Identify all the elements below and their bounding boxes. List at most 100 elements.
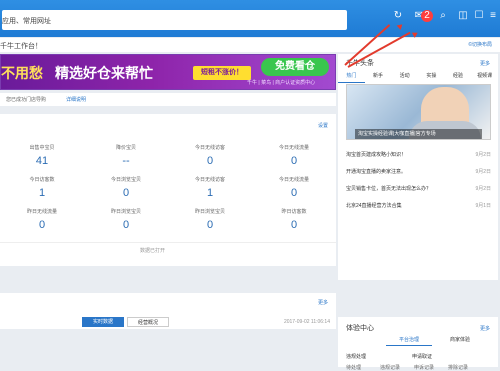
subrow-appeals[interactable]: 申诉记录: [414, 364, 434, 371]
stat-value[interactable]: 41: [0, 155, 84, 167]
stat-label: 出售中宝贝: [29, 145, 55, 151]
stat-item: 昨日访客数 0: [252, 204, 336, 236]
news-date: 9月2日: [475, 169, 491, 175]
banner-left-text: 不用愁: [1, 65, 43, 81]
stat-item: 出售中宝贝 41: [0, 140, 84, 172]
stat-label: 昨日浏览宝贝: [110, 209, 141, 215]
stat-item: 昨日浏览宝贝 0: [84, 204, 168, 236]
stat-label: 今日无线流量: [278, 145, 309, 151]
stat-label: 今日无线流量: [278, 177, 309, 183]
news-title[interactable]: 淘宝首页建成攻略小知识！: [346, 151, 464, 158]
skin-icon[interactable]: ◫: [457, 10, 469, 22]
stat-value[interactable]: 0: [168, 155, 252, 167]
refresh-icon[interactable]: ↻: [392, 10, 404, 22]
notice-text: 您已成功门店导购: [6, 97, 47, 103]
banner-pill: 短租不涨价！: [193, 66, 251, 80]
news-date: 9月1日: [475, 203, 491, 209]
stat-item: 今日无线访客 0: [168, 140, 252, 172]
stat-value[interactable]: 0: [84, 219, 168, 231]
news-row[interactable]: 北京24直播经营方法合集 9月1日: [346, 198, 491, 215]
stat-value[interactable]: 0: [252, 155, 336, 167]
store-stats-card: 设置 出售中宝贝 41 降价宝贝 -- 今日无线访客 0 今日无线流量 0 今日访客数 1 今日浏览…: [0, 114, 336, 266]
subrow-pending[interactable]: 待处理: [346, 364, 361, 371]
apply-evidence-text[interactable]: 申请取证: [412, 353, 432, 360]
menu-icon[interactable]: ≡: [487, 10, 499, 22]
switch-layout-link[interactable]: ©切换布局: [468, 41, 492, 48]
news-title[interactable]: 宝贝销售卡位，首页无法出现怎么办？: [346, 185, 464, 192]
stat-item: 今日无线流量 0: [252, 172, 336, 204]
banner-cta-button[interactable]: 免费看仓: [261, 58, 329, 76]
stat-value[interactable]: 1: [0, 187, 84, 199]
toolbar-icons: ↻ ✉ 2 ⌕ ◫ ☐ ≡: [347, 0, 500, 37]
news-tab[interactable]: 实操: [418, 70, 445, 83]
tab-platform-governance[interactable]: 平台治理: [386, 335, 432, 346]
news-tab[interactable]: 热门: [338, 70, 365, 83]
stat-value[interactable]: --: [84, 155, 168, 167]
notice-link[interactable]: 详细说明: [66, 96, 86, 103]
stat-item: 今日浏览宝贝 0: [84, 172, 168, 204]
news-card: 千牛头条 更多 热门 新手 活动 实操 经验 视频课 淘宝实操经验课|大咖直播|官方专场 …: [338, 54, 498, 280]
stat-label: 降价宝贝: [115, 145, 136, 151]
stat-value[interactable]: 0: [252, 219, 336, 231]
subrow-violations[interactable]: 违规记录: [380, 364, 400, 371]
tab-business-overview[interactable]: 经营概况: [127, 317, 169, 327]
news-tab[interactable]: 视频课: [471, 70, 498, 83]
news-row[interactable]: 淘宝首页建成攻略小知识！ 9月2日: [346, 147, 491, 164]
news-date: 9月2日: [475, 186, 491, 192]
stats-footer: 数据已打开: [0, 242, 336, 258]
news-row[interactable]: 开通淘宝直播的卖家注意。 9月2日: [346, 164, 491, 181]
experience-center-card: 体验中心 更多 平台治理 商家体验 违规处理 申请取证 待处理 违规记录 申诉记…: [338, 317, 498, 371]
stat-item: 昨日浏览宝贝 0: [168, 204, 252, 236]
bookmark-text: 应用、常用网址: [2, 18, 51, 25]
stat-value[interactable]: 0: [0, 219, 84, 231]
notification-badge: 2: [421, 10, 433, 22]
realtime-more-link[interactable]: 更多: [318, 299, 328, 306]
news-list: 淘宝首页建成攻略小知识！ 9月2日 开通淘宝直播的卖家注意。 9月2日 宝贝销售卡位，首…: [346, 147, 491, 215]
address-bar: 应用、常用网址: [2, 10, 347, 30]
right-sidebar: ©切换布局 千牛头条 更多 热门 新手 活动 实操 经验 视频课 淘宝实操经验课|大咖直播…: [336, 38, 500, 371]
stat-value[interactable]: 0: [252, 187, 336, 199]
gift-icon[interactable]: ☐: [473, 10, 485, 22]
stat-label: 今日无线访客: [194, 145, 225, 151]
stat-label: 今日浏览宝贝: [110, 177, 141, 183]
stat-item: 今日无线流量 0: [252, 140, 336, 172]
stat-label: 今日无线访客: [194, 177, 225, 183]
stat-item: 昨日无线流量 0: [0, 204, 84, 236]
stat-label: 昨日浏览宝贝: [194, 209, 225, 215]
subrow-exclusions[interactable]: 排除记录: [448, 364, 468, 371]
stat-value[interactable]: 0: [168, 219, 252, 231]
news-tab[interactable]: 新手: [365, 70, 392, 83]
image-caption: 淘宝实操经验课|大咖直播|官方专场: [355, 129, 482, 139]
news-tabs: 热门 新手 活动 实操 经验 视频课: [338, 70, 498, 83]
stats-grid: 出售中宝贝 41 降价宝贝 -- 今日无线访客 0 今日无线流量 0 今日访客数 1 今日浏览宝贝 0…: [0, 140, 336, 238]
news-feature-image[interactable]: 淘宝实操经验课|大咖直播|官方专场: [346, 84, 491, 140]
stat-label: 昨日访客数: [281, 209, 307, 215]
news-date: 9月2日: [475, 152, 491, 158]
news-tab[interactable]: 活动: [391, 70, 418, 83]
news-title[interactable]: 开通淘宝直播的卖家注意。: [346, 168, 464, 175]
news-tab[interactable]: 经验: [445, 70, 472, 83]
stat-value[interactable]: 0: [84, 187, 168, 199]
tab-realtime-data[interactable]: 实时数据: [82, 317, 124, 327]
welcome-bar: 千牛工作台！: [0, 38, 336, 52]
violation-handle-text[interactable]: 违规处理: [346, 353, 366, 360]
news-title[interactable]: 北京24直播经营方法合集: [346, 202, 464, 209]
tab-merchant-experience[interactable]: 商家体验: [438, 335, 482, 346]
pin-icon[interactable]: ⌕: [437, 10, 449, 22]
stats-footer-text: 数据已打开: [140, 248, 166, 254]
news-more-link[interactable]: 更多: [480, 60, 490, 67]
stat-value[interactable]: 1: [168, 187, 252, 199]
notice-bar: 您已成功门店导购 详细说明: [0, 93, 336, 106]
stat-item: 今日无线访客 1: [168, 172, 252, 204]
promo-banner[interactable]: 不用愁 精选好仓来帮忙 短租不涨价！ 免费看仓 千牛 | 菜鸟 | 商户认证资质…: [0, 54, 336, 90]
update-timestamp: 2017-09-02 11:06:14: [283, 319, 330, 325]
news-row[interactable]: 宝贝销售卡位，首页无法出现怎么办？ 9月2日: [346, 181, 491, 198]
stats-settings-link[interactable]: 设置: [318, 122, 328, 129]
welcome-text: 千牛工作台！: [0, 43, 42, 50]
stat-item: 降价宝贝 --: [84, 140, 168, 172]
top-bar: 应用、常用网址 ↻ ✉ 2 ⌕ ◫ ☐ ≡: [0, 0, 500, 37]
stat-label: 今日访客数: [29, 177, 55, 183]
banner-main-text: 精选好仓来帮忙: [55, 65, 153, 81]
banner-subtext: 千牛 | 菜鸟 | 商户认证资质中心: [247, 80, 316, 86]
stat-label: 昨日无线流量: [26, 209, 57, 215]
